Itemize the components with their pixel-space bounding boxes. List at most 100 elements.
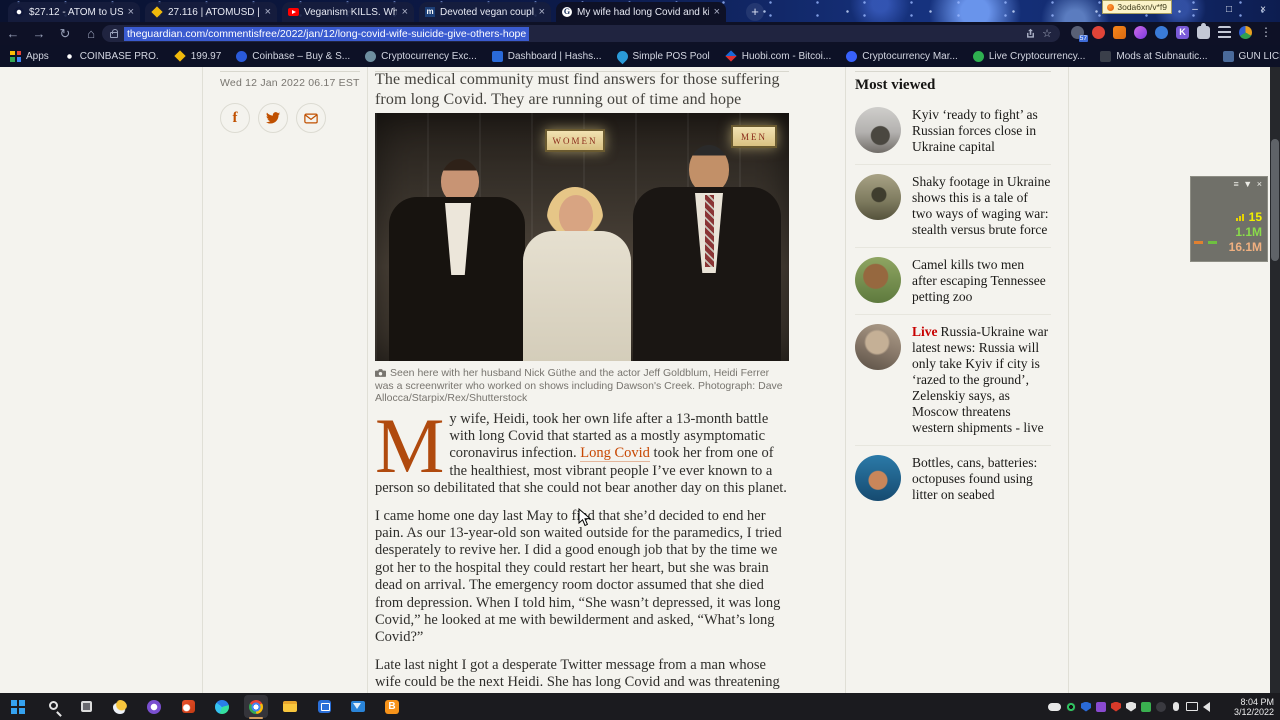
tray-green-icon[interactable] [1141,701,1151,712]
bookmark-gun-license[interactable]: GUN LICENSE [1222,50,1280,62]
subnautica-icon [1100,50,1112,62]
bookmark-crypto-exchange[interactable]: Cryptocurrency Exc... [365,50,477,62]
browser-menu-icon[interactable]: ⋮ [1260,25,1272,39]
lock-icon [110,29,118,38]
page-scrollbar[interactable] [1270,67,1280,693]
bitcoin-app-button[interactable]: B [380,695,404,718]
tray-purple-icon[interactable] [1096,701,1106,712]
antivirus-icon[interactable] [1111,701,1121,712]
taskbar-clock[interactable]: 8:04 PM 3/12/2022 [1234,697,1274,717]
paragraph-1: My wife, Heidi, took her own life after … [375,401,789,498]
tab-vegan-couple[interactable]: m Devoted vegan couple, 74 and 7 × [419,2,551,22]
mail-icon [351,701,365,712]
widget-close-icon[interactable]: × [1257,179,1263,189]
most-viewed-item-octopus[interactable]: Bottles, cans, batteries: octopuses foun… [855,445,1051,512]
task-view-button[interactable] [74,695,98,718]
bookmark-pos-pool[interactable]: Simple POS Pool [614,48,710,64]
tab-guardian-active[interactable]: G My wife had long Covid and kille × [556,2,726,22]
bookmarks-bar: Apps COINBASE PRO. 199.97 Coinbase – Buy… [0,45,1280,67]
bookmark-label: Simple POS Pool [632,50,710,62]
bookmark-star-icon[interactable]: ☆ [1042,27,1052,40]
tray-app-icon[interactable] [1156,701,1166,712]
green-dash-icon [1207,241,1217,244]
thumbnail-rubble [855,324,901,370]
url-text-selected[interactable]: theguardian.com/commentisfree/2022/jan/1… [124,26,530,41]
address-bar[interactable]: theguardian.com/commentisfree/2022/jan/1… [102,25,1060,42]
chrome-icon [249,699,263,714]
tab-coinbase-atom[interactable]: $27.12 - ATOM to USD Coinbase × [8,2,140,22]
search-button[interactable] [40,695,64,718]
network-display-icon[interactable] [1186,702,1198,711]
maximize-button[interactable]: □ [1212,0,1246,22]
tab-close-icon[interactable]: × [265,7,271,18]
drop-cap: M [375,401,445,489]
share-twitter-button[interactable] [258,103,288,133]
most-viewed-item-kyiv[interactable]: Kyiv ‘ready to fight’ as Russian forces … [855,98,1051,164]
widget-collapse-icon[interactable]: ▼ [1243,179,1253,189]
search-icon [49,700,58,710]
tab-close-icon[interactable]: × [539,7,545,18]
mail-button[interactable] [346,695,370,718]
top-rule [855,71,1051,72]
bookmark-coinmarketcap[interactable]: Cryptocurrency Mar... [846,50,958,62]
minimize-button[interactable]: – [1178,0,1212,22]
most-viewed-item-shaky-footage[interactable]: Shaky footage in Ukraine shows this is a… [855,164,1051,247]
purple-app-button[interactable] [142,695,166,718]
feather-extension-icon[interactable] [1134,25,1147,39]
share-facebook-button[interactable]: f [220,103,250,133]
bookmark-apps[interactable]: Apps [10,50,49,62]
weather-widget-button[interactable] [108,695,132,718]
most-viewed-item-camel[interactable]: Camel kills two men after escaping Tenne… [855,247,1051,314]
bookmark-coinbase[interactable]: Coinbase – Buy & S... [236,50,350,62]
caption-text: Seen here with her husband Nick Güthe an… [375,367,783,404]
reload-icon[interactable]: ↻ [52,22,78,45]
bookmark-coinbase-pro[interactable]: COINBASE PRO. [63,50,159,62]
kite-extension-icon[interactable]: K [1176,25,1189,39]
task-view-icon [80,701,92,712]
profile-avatar[interactable] [1239,25,1252,39]
bookmark-huobi[interactable]: Huobi.com - Bitcoi... [725,50,831,62]
tab-binance-atomusd[interactable]: 27.116 | ATOMUSD | Binance Spo × [145,2,277,22]
close-button[interactable]: × [1246,0,1280,22]
tab-close-icon[interactable]: × [128,7,134,18]
bookmark-subnautica[interactable]: Mods at Subnautic... [1100,50,1208,62]
metamask-extension-icon[interactable] [1113,25,1126,39]
store-button[interactable] [312,695,336,718]
reading-list-icon[interactable] [1218,25,1231,39]
long-covid-link[interactable]: Long Covid [580,445,650,463]
volume-icon[interactable] [1203,701,1210,712]
bookmark-live-crypto[interactable]: Live Cryptocurrency... [972,50,1085,62]
blue-extension-icon[interactable] [1155,25,1168,39]
tab-close-icon[interactable]: × [714,7,720,18]
onedrive-icon[interactable] [1048,702,1061,711]
microphone-icon[interactable] [1173,702,1179,711]
edge-button[interactable] [210,695,234,718]
chrome-button-active[interactable] [244,695,268,719]
file-explorer-button[interactable] [278,695,302,718]
tray-shield-icon[interactable] [1126,701,1136,712]
start-button[interactable] [6,695,30,718]
office-button[interactable] [176,695,200,718]
home-icon[interactable]: ⌂ [78,22,104,45]
most-viewed-item-live-blog[interactable]: Live Russia-Ukraine war latest news: Russ… [855,314,1051,445]
tab-youtube-veganism[interactable]: Veganism KILLS. Why Vegans do × [282,2,414,22]
tab-close-icon[interactable]: × [402,7,408,18]
headline: Camel kills two men after escaping Tenne… [912,257,1046,304]
back-icon[interactable]: ← [0,22,26,45]
share-icon[interactable] [1025,28,1036,39]
forward-icon[interactable]: → [26,22,52,45]
scrollbar-thumb[interactable] [1271,139,1279,261]
security-shield-icon[interactable] [1081,701,1091,712]
hover-tooltip: 3oda6xn/v*f9 [1102,0,1172,14]
office-icon [181,700,195,713]
coinbase-pro-icon [63,50,75,62]
share-email-button[interactable] [296,103,326,133]
bookmark-binance[interactable]: 199.97 [174,50,221,62]
widget-menu-icon[interactable]: ≡ [1234,179,1240,189]
red-extension-icon[interactable] [1092,25,1105,39]
tray-app-icon[interactable] [1066,701,1076,712]
adblocker-extension-icon[interactable]: 57 [1071,25,1088,42]
new-tab-button[interactable]: + [746,3,764,21]
extensions-puzzle-icon[interactable] [1197,22,1210,39]
bookmark-hashshiny[interactable]: Dashboard | Hashs... [491,50,602,62]
